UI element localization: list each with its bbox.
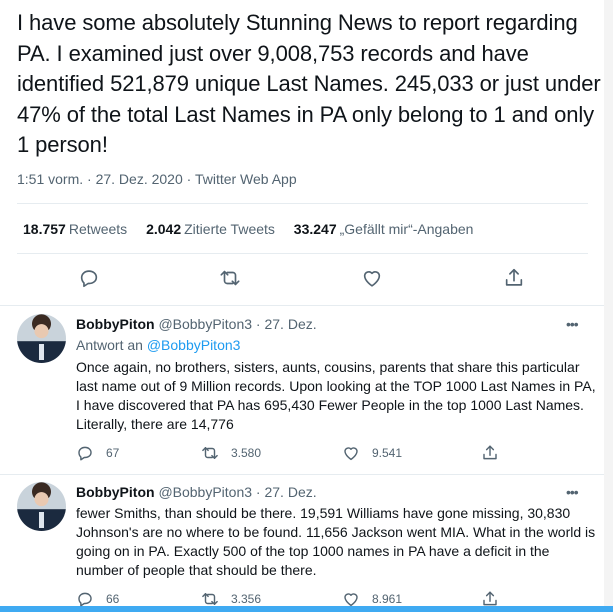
reply-icon: [80, 270, 98, 288]
reply-actions: 67 3.580 9.541: [76, 444, 596, 464]
author-handle[interactable]: @BobbyPiton3: [158, 316, 252, 332]
replying-handle-link[interactable]: @BobbyPiton3: [147, 337, 241, 353]
reply-date[interactable]: · 27. Dez.: [252, 484, 317, 500]
scrollbar[interactable]: [604, 0, 613, 606]
tweet-meta[interactable]: 1:51 vorm. · 27. Dez. 2020 · Twitter Web…: [17, 171, 297, 187]
likes-count: 33.247: [293, 221, 337, 237]
retweet-count: 3.580: [231, 446, 262, 460]
reply-button[interactable]: 67: [76, 444, 119, 462]
replying-prefix: Antwort an: [76, 337, 147, 353]
heart-icon: [344, 447, 358, 461]
reply-button[interactable]: [77, 266, 101, 290]
avatar[interactable]: [17, 314, 66, 363]
author-name[interactable]: BobbyPiton: [76, 316, 155, 332]
heart-icon: [363, 271, 381, 287]
reply-date[interactable]: · 27. Dez.: [252, 316, 317, 332]
reply-divider: [0, 474, 604, 475]
share-button[interactable]: [481, 444, 499, 462]
replying-to: Antwort an @BobbyPiton3: [76, 337, 240, 353]
tweet-text: I have some absolutely Stunning News to …: [17, 10, 601, 157]
reply-icon: [78, 446, 92, 461]
retweets-count: 18.757: [23, 221, 66, 237]
stats-divider: [17, 253, 588, 254]
share-icon: [505, 268, 523, 286]
reply-header: BobbyPiton @BobbyPiton3 · 27. Dez.: [76, 484, 317, 500]
likes-label: „Gefällt mir“-Angaben: [339, 221, 474, 237]
quotes-stat[interactable]: 2.042 Zitierte Tweets: [146, 221, 275, 237]
window-bottom-edge: [0, 606, 613, 612]
retweet-button[interactable]: [218, 266, 242, 290]
retweet-button[interactable]: 3.580: [201, 444, 261, 462]
meta-divider: [17, 203, 588, 204]
share-icon: [483, 445, 497, 460]
like-count: 9.541: [372, 446, 403, 460]
retweet-count: 3.356: [231, 592, 262, 606]
reply-text: fewer Smiths, than should be there. 19,5…: [76, 505, 596, 578]
retweets-label: Retweets: [68, 221, 128, 237]
retweet-icon: [202, 447, 218, 459]
tweet-actions: [0, 266, 604, 294]
author-handle[interactable]: @BobbyPiton3: [158, 484, 252, 500]
more-options-icon[interactable]: •••: [566, 316, 579, 332]
quotes-count: 2.042: [146, 221, 182, 237]
author-name[interactable]: BobbyPiton: [76, 484, 155, 500]
tweet-stats: 18.757 Retweets 2.042 Zitierte Tweets 33.2…: [23, 221, 488, 237]
reply-text: Once again, no brothers, sisters, aunts,…: [76, 359, 596, 432]
retweets-stat[interactable]: 18.757 Retweets: [23, 221, 127, 237]
share-button[interactable]: [502, 266, 526, 290]
like-button[interactable]: 9.541: [342, 444, 402, 462]
reply-count: 67: [106, 446, 120, 460]
avatar[interactable]: [17, 482, 66, 531]
reply-count: 66: [106, 592, 120, 606]
retweet-icon: [220, 270, 240, 286]
reply-header: BobbyPiton @BobbyPiton3 · 27. Dez.: [76, 316, 317, 332]
quotes-label: Zitierte Tweets: [184, 221, 275, 237]
like-button[interactable]: [360, 266, 384, 290]
tweet-divider: [0, 305, 604, 306]
likes-stat[interactable]: 33.247 „Gefällt mir“-Angaben: [294, 221, 474, 237]
more-options-icon[interactable]: •••: [566, 484, 579, 500]
like-count: 8.961: [372, 592, 403, 606]
